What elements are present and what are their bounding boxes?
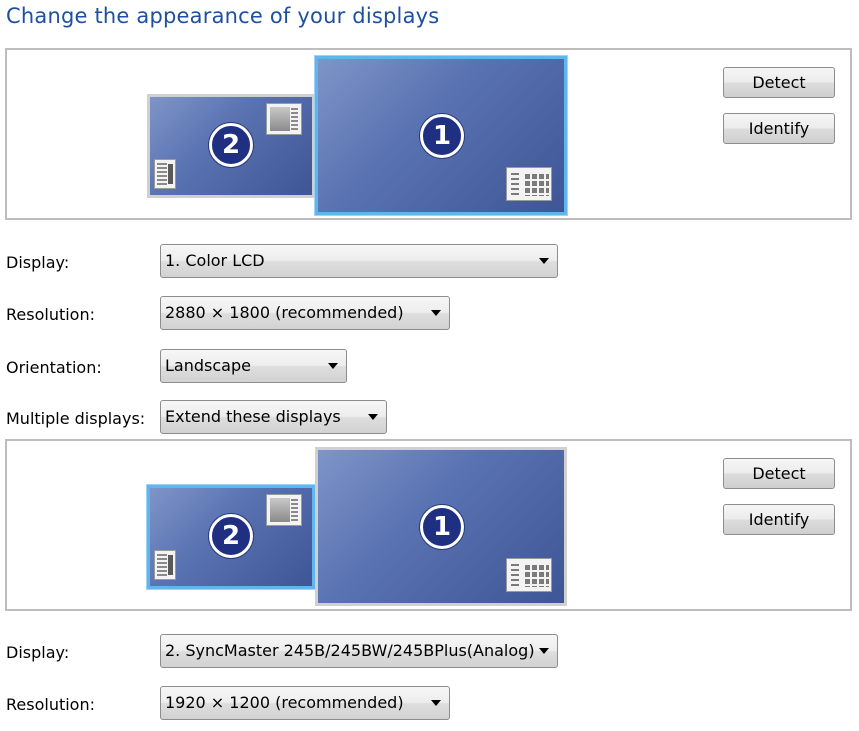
chevron-down-icon (431, 310, 441, 316)
chevron-down-icon (328, 363, 338, 369)
display-label: Display: (6, 253, 70, 272)
chevron-down-icon (368, 414, 378, 420)
monitor-1-number-badge: 1 (420, 114, 464, 158)
display-label: Display: (6, 643, 70, 662)
chevron-down-icon (539, 258, 549, 264)
resolution-select[interactable]: 2880 × 1800 (recommended) (160, 296, 450, 330)
display-select-value: 1. Color LCD (165, 251, 265, 270)
multiple-displays-select-value: Extend these displays (165, 407, 341, 426)
monitor-1-thumbnail[interactable]: 1 (315, 447, 567, 606)
resolution-select-value: 2880 × 1800 (recommended) (165, 303, 404, 322)
chevron-down-icon (431, 700, 441, 706)
monitor-2-number-badge: 2 (209, 123, 253, 167)
monitor-1-thumbnail[interactable]: 1 (315, 56, 567, 215)
identify-button[interactable]: Identify (723, 113, 835, 144)
orientation-select-value: Landscape (165, 356, 251, 375)
tower-icon (154, 550, 176, 580)
keypad-icon (506, 167, 552, 201)
window-icon (266, 103, 302, 135)
page-title: Change the appearance of your displays (6, 4, 440, 28)
resolution-select-value: 1920 × 1200 (recommended) (165, 693, 404, 712)
resolution-select[interactable]: 1920 × 1200 (recommended) (160, 686, 450, 720)
window-icon (266, 494, 302, 526)
monitor-2-number-badge: 2 (209, 514, 253, 558)
monitor-2-thumbnail[interactable]: 2 (147, 485, 315, 589)
display-select[interactable]: 1. Color LCD (160, 244, 558, 278)
display-select-value: 2. SyncMaster 245B/245BW/245BPlus(Analog… (165, 641, 535, 660)
tower-icon (154, 159, 176, 189)
multiple-displays-select[interactable]: Extend these displays (160, 400, 387, 434)
keypad-icon (506, 558, 552, 592)
monitor-2-thumbnail[interactable]: 2 (147, 94, 315, 198)
resolution-label: Resolution: (6, 695, 95, 714)
multiple-displays-label: Multiple displays: (6, 409, 146, 428)
chevron-down-icon (539, 648, 549, 654)
orientation-select[interactable]: Landscape (160, 349, 347, 383)
resolution-label: Resolution: (6, 305, 95, 324)
display-arrangement-panel-2: 2 1 Detect Identify (5, 439, 852, 611)
display-arrangement-panel-1: 2 1 Detect Identify (5, 48, 852, 220)
detect-button[interactable]: Detect (723, 67, 835, 98)
identify-button[interactable]: Identify (723, 504, 835, 535)
orientation-label: Orientation: (6, 358, 102, 377)
monitor-1-number-badge: 1 (420, 505, 464, 549)
detect-button[interactable]: Detect (723, 458, 835, 489)
display-select[interactable]: 2. SyncMaster 245B/245BW/245BPlus(Analog… (160, 634, 558, 668)
